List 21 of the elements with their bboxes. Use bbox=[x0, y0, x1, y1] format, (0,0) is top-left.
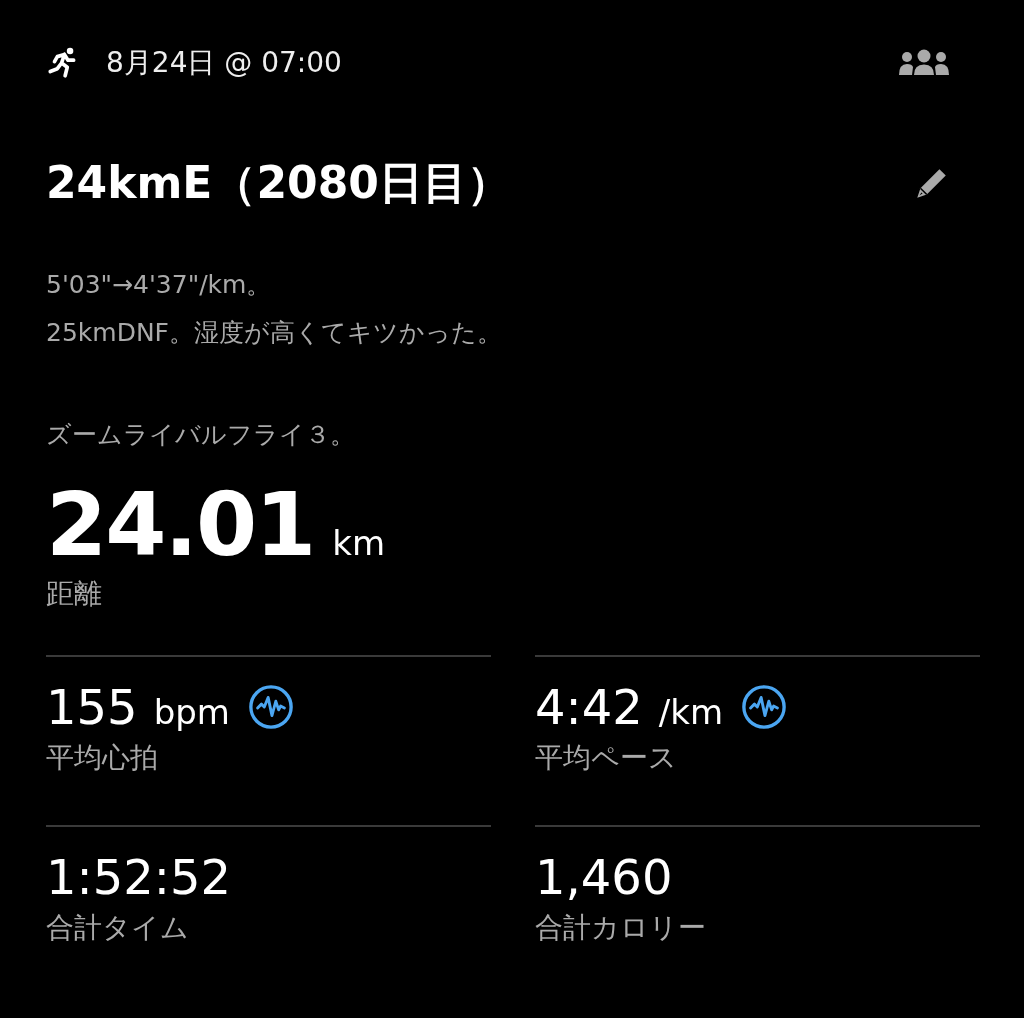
people-icon[interactable] bbox=[898, 49, 950, 77]
stat-label: 平均心拍 bbox=[46, 740, 159, 776]
stat-label: 合計タイム bbox=[46, 910, 190, 946]
description-line: 25kmDNF。湿度が高くてキツかった。 bbox=[46, 317, 503, 349]
stat-unit: bpm bbox=[153, 692, 230, 732]
stat-label: 合計カロリー bbox=[535, 910, 707, 946]
distance-label: 距離 bbox=[46, 576, 103, 612]
stat-value: 4:42 bbox=[535, 679, 643, 735]
stat-unit: /km bbox=[658, 692, 724, 732]
stat-value: 1,460 bbox=[535, 849, 673, 905]
distance-value: 24.01 bbox=[46, 475, 315, 575]
distance-unit: km bbox=[332, 523, 386, 563]
stat-value: 1:52:52 bbox=[46, 849, 232, 905]
heartbeat-icon[interactable] bbox=[247, 684, 294, 730]
stat-label: 平均ペース bbox=[535, 740, 678, 776]
activity-title: 24kmE（2080日目） bbox=[46, 156, 511, 210]
activity-datetime: 8月24日 @ 07:00 bbox=[106, 45, 343, 81]
heartbeat-icon[interactable] bbox=[741, 684, 788, 730]
description-line: ズームライバルフライ３。 bbox=[46, 419, 356, 451]
stat-value: 155 bbox=[46, 679, 138, 735]
description-line: 5'03"→4'37"/km。 bbox=[46, 269, 273, 301]
